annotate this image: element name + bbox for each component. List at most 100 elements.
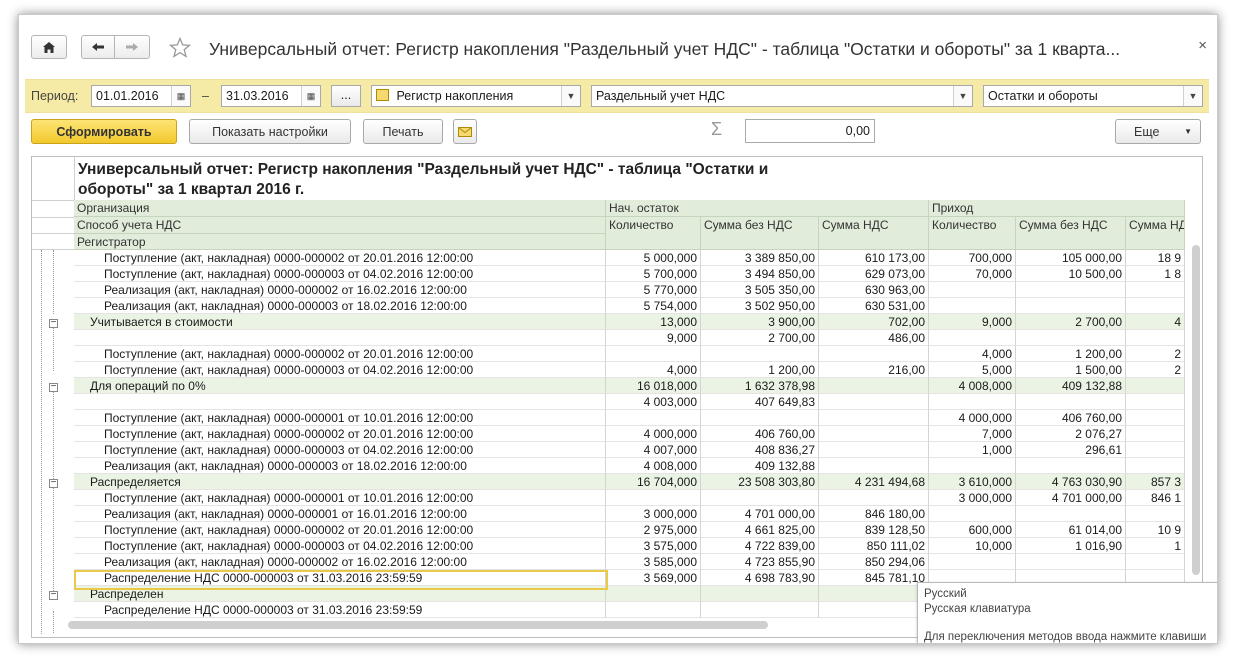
table-row[interactable]: Реализация (акт, накладная) 0000-000001 …	[74, 506, 1185, 522]
row-value[interactable]	[701, 346, 819, 362]
row-value[interactable]: 4 723 855,90	[701, 554, 819, 570]
row-value[interactable]	[701, 410, 819, 426]
row-label[interactable]: Поступление (акт, накладная) 0000-000001…	[74, 410, 606, 426]
row-value[interactable]: 3 000,000	[606, 506, 701, 522]
row-value[interactable]	[1016, 394, 1126, 410]
row-label[interactable]: Поступление (акт, накладная) 0000-000001…	[74, 490, 606, 506]
row-value[interactable]	[929, 298, 1016, 314]
object-name-select[interactable]: Раздельный учет НДС ▼	[591, 85, 973, 107]
row-value[interactable]: 1 016,90	[1016, 538, 1126, 554]
chevron-down-icon[interactable]: ▼	[953, 86, 972, 106]
table-row[interactable]: Поступление (акт, накладная) 0000-000001…	[74, 410, 1185, 426]
row-value[interactable]: 846 1	[1126, 490, 1185, 506]
group-row[interactable]: Распределяется 16 704,000 23 508 303,80 4 2…	[74, 474, 1185, 490]
row-value[interactable]	[819, 490, 929, 506]
row-value[interactable]	[1126, 426, 1185, 442]
row-value[interactable]: 16 704,000	[606, 474, 701, 490]
calendar-icon[interactable]: ▦	[301, 86, 320, 106]
group-row[interactable]: Учитывается в стоимости 13,000 3 900,00 702…	[74, 314, 1185, 330]
row-value[interactable]: 4 003,000	[606, 394, 701, 410]
row-value[interactable]: 216,00	[819, 362, 929, 378]
row-value[interactable]	[1126, 330, 1185, 346]
row-value[interactable]	[1016, 506, 1126, 522]
row-value[interactable]	[1016, 330, 1126, 346]
home-button[interactable]	[31, 35, 67, 59]
row-value[interactable]: 4	[1126, 314, 1185, 330]
row-value[interactable]: 1 8	[1126, 266, 1185, 282]
row-label[interactable]: Поступление (акт, накладная) 0000-000003…	[74, 266, 606, 282]
chevron-down-icon[interactable]: ▼	[1183, 86, 1202, 106]
row-value[interactable]	[701, 586, 819, 602]
row-value[interactable]	[819, 602, 929, 618]
row-value[interactable]: 406 760,00	[1016, 410, 1126, 426]
row-label[interactable]: Для операций по 0%	[74, 378, 606, 394]
row-value[interactable]	[929, 506, 1016, 522]
row-value[interactable]: 296,61	[1016, 442, 1126, 458]
row-value[interactable]: 3 494 850,00	[701, 266, 819, 282]
more-button[interactable]: Еще ▼	[1115, 119, 1201, 144]
row-value[interactable]: 10 500,00	[1016, 266, 1126, 282]
row-value[interactable]: 4 231 494,68	[819, 474, 929, 490]
collapse-icon[interactable]: −	[49, 478, 58, 488]
row-value[interactable]: 630 531,00	[819, 298, 929, 314]
table-row[interactable]: Поступление (акт, накладная) 0000-000002…	[74, 346, 1185, 362]
row-value[interactable]	[1126, 442, 1185, 458]
row-value[interactable]	[929, 394, 1016, 410]
row-value[interactable]: 2 700,00	[701, 330, 819, 346]
row-value[interactable]: 3 569,000	[606, 570, 701, 586]
row-value[interactable]: 5,000	[929, 362, 1016, 378]
generate-button[interactable]: Сформировать	[31, 119, 177, 144]
row-value[interactable]: 486,00	[819, 330, 929, 346]
row-value[interactable]: 1,000	[929, 442, 1016, 458]
row-value[interactable]	[929, 554, 1016, 570]
row-value[interactable]	[819, 458, 929, 474]
row-value[interactable]: 4 698 783,90	[701, 570, 819, 586]
row-value[interactable]: 406 760,00	[701, 426, 819, 442]
favorite-star[interactable]	[168, 36, 192, 63]
row-value[interactable]	[1126, 394, 1185, 410]
row-value[interactable]: 1	[1126, 538, 1185, 554]
row-value[interactable]: 3 900,00	[701, 314, 819, 330]
row-label[interactable]: Поступление (акт, накладная) 0000-000003…	[74, 362, 606, 378]
row-value[interactable]: 9,000	[929, 314, 1016, 330]
row-value[interactable]: 3 610,000	[929, 474, 1016, 490]
back-button[interactable]	[81, 35, 115, 59]
row-label[interactable]: Реализация (акт, накладная) 0000-000003 …	[74, 298, 606, 314]
row-value[interactable]: 846 180,00	[819, 506, 929, 522]
row-value[interactable]: 9,000	[606, 330, 701, 346]
row-value[interactable]: 5 770,000	[606, 282, 701, 298]
row-value[interactable]: 4 701 000,00	[701, 506, 819, 522]
row-value[interactable]	[819, 346, 929, 362]
row-value[interactable]	[819, 442, 929, 458]
row-value[interactable]	[701, 602, 819, 618]
row-value[interactable]: 70,000	[929, 266, 1016, 282]
table-select[interactable]: Остатки и обороты ▼	[983, 85, 1203, 107]
row-value[interactable]: 2 975,000	[606, 522, 701, 538]
horizontal-scrollbar[interactable]	[68, 621, 768, 629]
date-from-input[interactable]: 01.01.2016 ▦	[91, 85, 191, 107]
row-value[interactable]: 3 502 950,00	[701, 298, 819, 314]
row-label[interactable]: Распределяется	[74, 474, 606, 490]
row-label[interactable]: Реализация (акт, накладная) 0000-000002 …	[74, 554, 606, 570]
row-label[interactable]: Поступление (акт, накладная) 0000-000002…	[74, 346, 606, 362]
settings-button[interactable]: Показать настройки	[189, 119, 351, 144]
row-value[interactable]: 408 836,27	[701, 442, 819, 458]
table-row[interactable]: Реализация (акт, накладная) 0000-000002 …	[74, 554, 1185, 570]
row-value[interactable]: 630 963,00	[819, 282, 929, 298]
row-value[interactable]: 1 200,00	[701, 362, 819, 378]
row-value[interactable]	[929, 282, 1016, 298]
chevron-down-icon[interactable]: ▼	[561, 86, 580, 106]
row-value[interactable]: 13,000	[606, 314, 701, 330]
row-value[interactable]: 5 700,000	[606, 266, 701, 282]
table-row[interactable]: Поступление (акт, накладная) 0000-000002…	[74, 250, 1185, 266]
table-row[interactable]: Поступление (акт, накладная) 0000-000002…	[74, 426, 1185, 442]
table-row[interactable]: Поступление (акт, накладная) 0000-000003…	[74, 538, 1185, 554]
row-value[interactable]: 16 018,000	[606, 378, 701, 394]
row-value[interactable]	[701, 490, 819, 506]
collapse-icon[interactable]: −	[49, 382, 58, 392]
row-value[interactable]	[819, 394, 929, 410]
table-row[interactable]: Поступление (акт, накладная) 0000-000001…	[74, 490, 1185, 506]
row-value[interactable]: 857 3	[1126, 474, 1185, 490]
row-value[interactable]: 700,000	[929, 250, 1016, 266]
row-value[interactable]	[1126, 378, 1185, 394]
